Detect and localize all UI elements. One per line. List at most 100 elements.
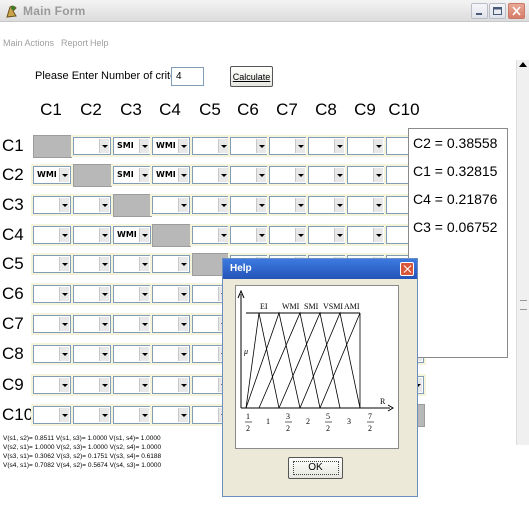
dropdown-arrow-icon[interactable] — [178, 198, 188, 212]
dropdown-arrow-icon[interactable] — [59, 347, 69, 361]
comparison-select[interactable] — [267, 194, 309, 216]
dropdown-arrow-icon[interactable] — [99, 287, 109, 301]
scroll-grip-icon[interactable] — [520, 300, 527, 310]
comparison-select[interactable] — [31, 404, 73, 426]
dropdown-arrow-icon[interactable] — [373, 198, 383, 212]
scroll-up-arrow-icon[interactable] — [519, 62, 527, 67]
comparison-select[interactable] — [71, 194, 113, 216]
dropdown-arrow-icon[interactable] — [99, 257, 109, 271]
comparison-select[interactable] — [31, 374, 73, 396]
comparison-select[interactable] — [345, 224, 387, 246]
dropdown-arrow-icon[interactable] — [218, 228, 228, 242]
comparison-select[interactable] — [150, 343, 192, 365]
comparison-select[interactable] — [150, 283, 192, 305]
comparison-select[interactable] — [267, 224, 309, 246]
dropdown-arrow-icon[interactable] — [334, 168, 344, 182]
comparison-select[interactable] — [111, 374, 153, 396]
comparison-select[interactable] — [345, 194, 387, 216]
comparison-select[interactable] — [31, 343, 73, 365]
dropdown-arrow-icon[interactable] — [295, 139, 305, 153]
dropdown-arrow-icon[interactable] — [373, 228, 383, 242]
comparison-select[interactable] — [150, 253, 192, 275]
dropdown-arrow-icon[interactable] — [59, 287, 69, 301]
comparison-select[interactable] — [190, 194, 232, 216]
dropdown-arrow-icon[interactable] — [178, 139, 188, 153]
dropdown-arrow-icon[interactable] — [139, 378, 149, 392]
dropdown-arrow-icon[interactable] — [139, 257, 149, 271]
comparison-select[interactable] — [71, 224, 113, 246]
comparison-select[interactable] — [111, 404, 153, 426]
dropdown-arrow-icon[interactable] — [59, 228, 69, 242]
dropdown-arrow-icon[interactable] — [99, 139, 109, 153]
comparison-select[interactable] — [228, 164, 270, 186]
comparison-select[interactable]: WMI — [150, 164, 192, 186]
dropdown-arrow-icon[interactable] — [139, 228, 149, 242]
dropdown-arrow-icon[interactable] — [256, 139, 266, 153]
dropdown-arrow-icon[interactable] — [178, 347, 188, 361]
comparison-select[interactable] — [71, 404, 113, 426]
comparison-select[interactable] — [150, 194, 192, 216]
comparison-select[interactable] — [267, 135, 309, 157]
comparison-select[interactable] — [111, 253, 153, 275]
dropdown-arrow-icon[interactable] — [256, 228, 266, 242]
dropdown-arrow-icon[interactable] — [178, 168, 188, 182]
comparison-select[interactable] — [306, 135, 348, 157]
dropdown-arrow-icon[interactable] — [99, 347, 109, 361]
dropdown-arrow-icon[interactable] — [59, 198, 69, 212]
close-button[interactable] — [508, 3, 525, 19]
comparison-select[interactable] — [345, 135, 387, 157]
dropdown-arrow-icon[interactable] — [139, 287, 149, 301]
dropdown-arrow-icon[interactable] — [99, 228, 109, 242]
dropdown-arrow-icon[interactable] — [178, 408, 188, 422]
dropdown-arrow-icon[interactable] — [295, 168, 305, 182]
dropdown-arrow-icon[interactable] — [59, 408, 69, 422]
comparison-select[interactable] — [190, 224, 232, 246]
comparison-select[interactable] — [31, 194, 73, 216]
dropdown-arrow-icon[interactable] — [99, 317, 109, 331]
comparison-select[interactable] — [111, 343, 153, 365]
dropdown-arrow-icon[interactable] — [139, 168, 149, 182]
calculate-button[interactable]: Calculate — [230, 66, 273, 87]
comparison-select[interactable] — [306, 194, 348, 216]
ok-button[interactable]: OK — [288, 457, 343, 479]
comparison-select[interactable] — [71, 253, 113, 275]
comparison-select[interactable] — [111, 313, 153, 335]
dropdown-arrow-icon[interactable] — [178, 317, 188, 331]
comparison-select[interactable] — [150, 374, 192, 396]
dropdown-arrow-icon[interactable] — [59, 168, 69, 182]
dropdown-arrow-icon[interactable] — [373, 139, 383, 153]
dropdown-arrow-icon[interactable] — [59, 317, 69, 331]
dropdown-arrow-icon[interactable] — [139, 317, 149, 331]
dropdown-arrow-icon[interactable] — [295, 228, 305, 242]
dropdown-arrow-icon[interactable] — [256, 168, 266, 182]
dropdown-arrow-icon[interactable] — [99, 378, 109, 392]
minimize-button[interactable] — [471, 3, 488, 19]
dropdown-arrow-icon[interactable] — [99, 198, 109, 212]
menu-main-actions[interactable]: Main Actions — [3, 38, 54, 48]
dropdown-arrow-icon[interactable] — [139, 408, 149, 422]
dropdown-arrow-icon[interactable] — [99, 408, 109, 422]
menu-report[interactable]: Report — [61, 38, 88, 48]
comparison-select[interactable] — [267, 164, 309, 186]
dropdown-arrow-icon[interactable] — [178, 378, 188, 392]
comparison-select[interactable] — [31, 283, 73, 305]
dropdown-arrow-icon[interactable] — [178, 287, 188, 301]
comparison-select[interactable] — [71, 135, 113, 157]
comparison-select[interactable]: WMI — [150, 135, 192, 157]
comparison-select[interactable]: WMI — [31, 164, 73, 186]
menu-help[interactable]: Help — [90, 38, 109, 48]
comparison-select[interactable] — [71, 283, 113, 305]
comparison-select[interactable] — [228, 224, 270, 246]
dropdown-arrow-icon[interactable] — [373, 168, 383, 182]
comparison-select[interactable] — [306, 224, 348, 246]
comparison-select[interactable] — [31, 313, 73, 335]
dropdown-arrow-icon[interactable] — [334, 198, 344, 212]
dropdown-arrow-icon[interactable] — [178, 257, 188, 271]
maximize-button[interactable] — [489, 3, 506, 19]
dropdown-arrow-icon[interactable] — [218, 198, 228, 212]
comparison-select[interactable] — [345, 164, 387, 186]
dropdown-arrow-icon[interactable] — [218, 168, 228, 182]
comparison-select[interactable] — [71, 313, 113, 335]
comparison-select[interactable] — [228, 194, 270, 216]
dropdown-arrow-icon[interactable] — [59, 257, 69, 271]
